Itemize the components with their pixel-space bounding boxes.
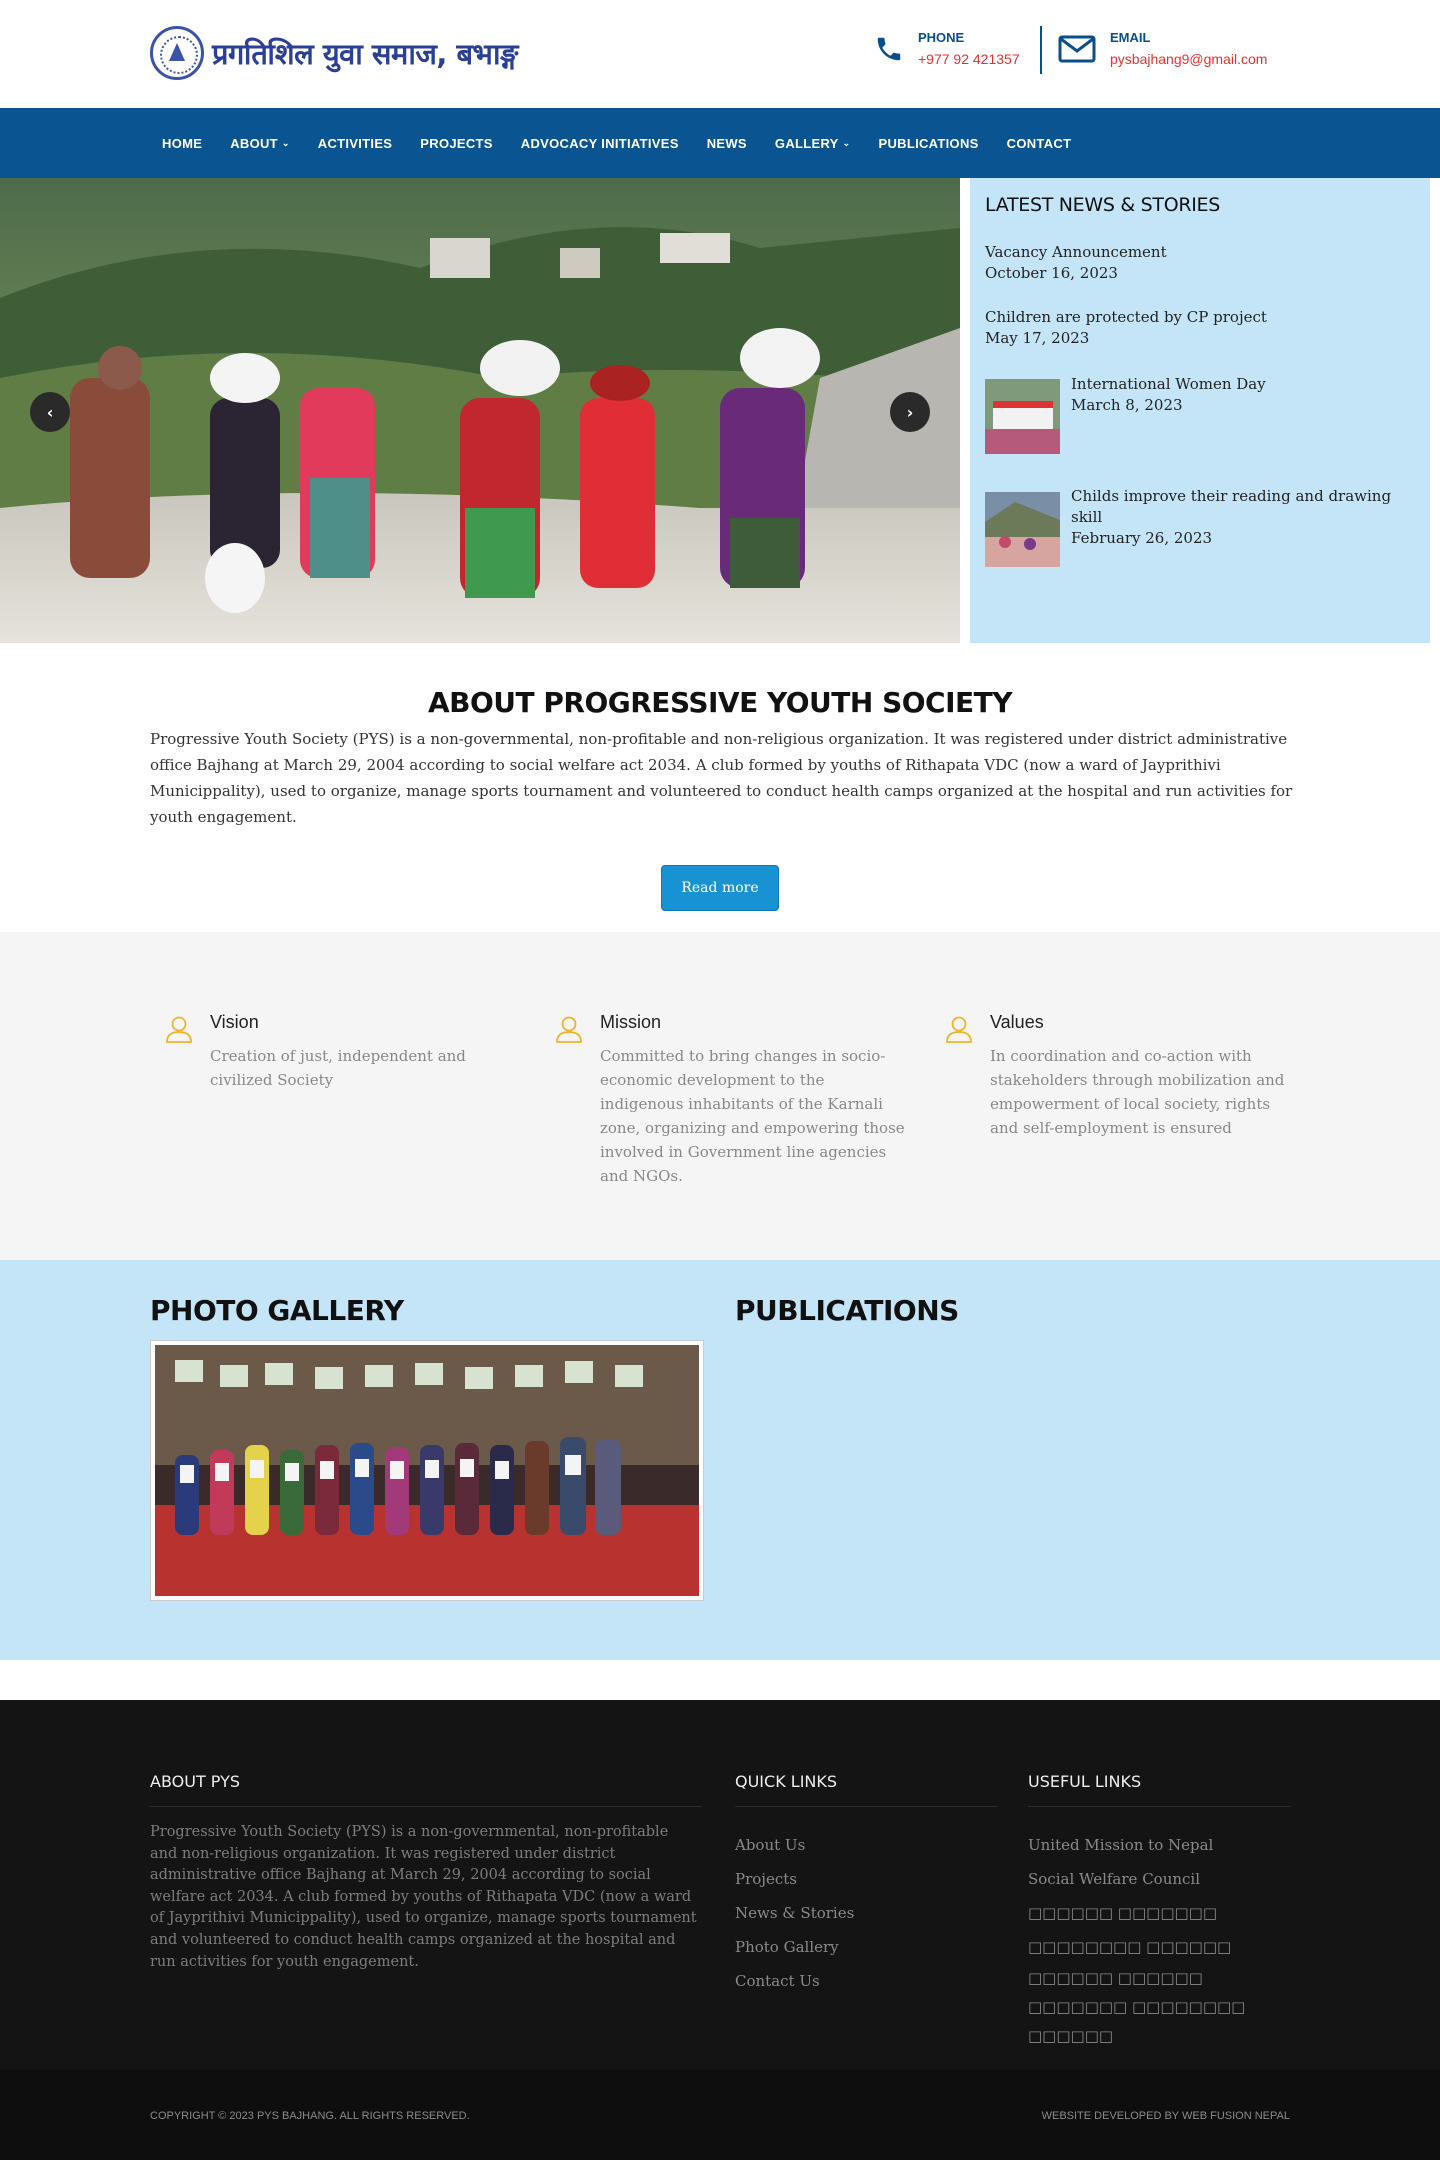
vision-mission-values: Vision Creation of just, independent and… <box>0 932 1440 1260</box>
user-icon <box>556 1016 582 1043</box>
quick-link-about[interactable]: About Us <box>735 1828 854 1862</box>
quick-link-projects[interactable]: Projects <box>735 1862 854 1896</box>
contact-divider <box>1040 26 1042 74</box>
nav-label: GALLERY <box>774 135 839 151</box>
read-more-button[interactable]: Read more <box>661 865 779 911</box>
news-item[interactable]: Children are protected by CP project May… <box>985 307 1267 349</box>
useful-links-list: United Mission to Nepal Social Welfare C… <box>1028 1828 1288 2051</box>
quick-link-contact[interactable]: Contact Us <box>735 1964 854 1998</box>
user-icon <box>946 1016 972 1043</box>
user-icon <box>166 1016 192 1043</box>
footer-about-title: ABOUT PYS <box>150 1772 241 1791</box>
slider-next-button[interactable]: › <box>890 392 930 432</box>
vision-title: Vision <box>210 1012 259 1032</box>
about-title: ABOUT PROGRESSIVE YOUTH SOCIETY <box>427 686 1013 719</box>
mission-text: Committed to bring changes in socio-econ… <box>600 1047 905 1185</box>
nav-item-projects[interactable]: PROJECTS <box>420 136 492 151</box>
nav-label: PROJECTS <box>420 135 493 151</box>
values-title: Values <box>990 1012 1044 1032</box>
nav-label: ADVOCACY INITIATIVES <box>520 135 679 151</box>
site-footer: ABOUT PYS Progressive Youth Society (PYS… <box>0 1700 1440 2070</box>
email-label: EMAIL <box>1110 30 1151 45</box>
news-thumbnail[interactable] <box>985 492 1060 567</box>
quick-links-list: About Us Projects News & Stories Photo G… <box>735 1828 854 1998</box>
values-text: In coordination and co-action with stake… <box>990 1047 1285 1137</box>
hero-slider[interactable]: ‹ › <box>0 178 960 643</box>
footer-bottom-bar: COPYRIGHT © 2023 PYS BAJHANG. ALL RIGHTS… <box>0 2070 1440 2160</box>
useful-link[interactable]: □□□□□□ □□□□□□□ □□□□□□□□ □□□□□□ <box>1028 1896 1288 1964</box>
logo-seal-icon <box>150 26 204 80</box>
vision-text: Creation of just, independent and civili… <box>210 1047 466 1089</box>
slider-prev-button[interactable]: ‹ <box>30 392 70 432</box>
main-nav: HOME ABOUT ⌄ ACTIVITIES PROJECTS ADVOCACY… <box>0 108 1440 178</box>
news-item[interactable]: International Women Day March 8, 2023 <box>1071 374 1411 416</box>
news-item-date: October 16, 2023 <box>985 264 1118 282</box>
phone-icon <box>877 37 901 61</box>
about-text: Progressive Youth Society (PYS) is a non… <box>150 730 1293 826</box>
chevron-down-icon: ⌄ <box>842 137 851 148</box>
news-panel-title: LATEST NEWS & STORIES <box>985 194 1221 216</box>
quick-link-news[interactable]: News & Stories <box>735 1896 854 1930</box>
useful-link[interactable]: United Mission to Nepal <box>1028 1828 1288 1862</box>
nav-item-about[interactable]: ABOUT ⌄ <box>230 136 290 151</box>
gallery-image <box>155 1345 699 1596</box>
publications-title: PUBLICATIONS <box>735 1294 959 1327</box>
phone-contact: PHONE +977 92 421357 <box>874 28 1020 67</box>
photo-gallery-title: PHOTO GALLERY <box>150 1294 404 1327</box>
mission-title: Mission <box>600 1012 662 1032</box>
news-item-date: February 26, 2023 <box>1071 529 1213 547</box>
chevron-left-icon: ‹ <box>46 402 54 422</box>
email-contact: EMAIL pysbajhang9@gmail.com <box>1058 28 1267 67</box>
nav-item-contact[interactable]: CONTACT <box>1007 136 1072 151</box>
news-item-date: March 8, 2023 <box>1071 396 1183 414</box>
email-value[interactable]: pysbajhang9@gmail.com <box>1110 51 1267 67</box>
news-item-title: International Women Day <box>1071 375 1266 393</box>
site-header: प्रगतिशिल युवा समाज, बभाङ्ग PHONE +977 9… <box>0 0 1440 108</box>
hero-image <box>0 178 960 643</box>
developer-credit[interactable]: WEBSITE DEVELOPED BY WEB FUSION NEPAL <box>1042 2110 1290 2122</box>
footer-about-text: Progressive Youth Society (PYS) is a non… <box>150 1824 697 1970</box>
news-item-title: Vacancy Announcement <box>985 243 1167 261</box>
news-thumbnail-image <box>985 492 1060 567</box>
gallery-image-frame[interactable] <box>150 1340 704 1601</box>
nav-item-publications[interactable]: PUBLICATIONS <box>878 136 978 151</box>
news-item-title: Children are protected by CP project <box>985 308 1267 326</box>
nav-label: NEWS <box>706 135 747 151</box>
nav-item-gallery[interactable]: GALLERY ⌄ <box>775 136 851 151</box>
news-item[interactable]: Childs improve their reading and drawing… <box>1071 486 1411 549</box>
news-thumbnail[interactable] <box>985 379 1060 454</box>
news-item-date: May 17, 2023 <box>985 329 1090 347</box>
chevron-right-icon: › <box>906 402 914 422</box>
site-logo[interactable]: प्रगतिशिल युवा समाज, बभाङ्ग <box>150 26 518 80</box>
news-item-title: Childs improve their reading and drawing… <box>1071 487 1392 526</box>
envelope-icon <box>1058 35 1096 63</box>
footer-divider <box>735 1806 997 1807</box>
copyright-text: COPYRIGHT © 2023 PYS BAJHANG. ALL RIGHTS… <box>150 2110 470 2122</box>
latest-news-panel: LATEST NEWS & STORIES Vacancy Announceme… <box>970 178 1430 643</box>
nav-label: ACTIVITIES <box>317 135 393 151</box>
nav-item-activities[interactable]: ACTIVITIES <box>318 136 393 151</box>
nav-label: CONTACT <box>1006 135 1072 151</box>
quick-links-title: QUICK LINKS <box>735 1772 838 1791</box>
useful-link[interactable]: Social Welfare Council <box>1028 1862 1288 1896</box>
phone-label: PHONE <box>918 30 965 45</box>
nav-label: HOME <box>162 135 203 151</box>
nav-item-advocacy[interactable]: ADVOCACY INITIATIVES <box>521 136 679 151</box>
nav-item-home[interactable]: HOME <box>162 136 202 151</box>
footer-divider <box>150 1806 702 1807</box>
nav-label: PUBLICATIONS <box>878 135 979 151</box>
useful-link[interactable]: □□□□□□ □□□□□□ □□□□□□□ □□□□□□□□ □□□□□□ <box>1028 1964 1288 2051</box>
phone-value[interactable]: +977 92 421357 <box>918 51 1020 67</box>
news-item[interactable]: Vacancy Announcement October 16, 2023 <box>985 242 1167 284</box>
nav-label: ABOUT <box>230 135 278 151</box>
footer-divider <box>1028 1806 1290 1807</box>
gallery-publications-section: PHOTO GALLERY PUBLICATIONS <box>0 1260 1440 1660</box>
logo-text: प्रगतिशिल युवा समाज, बभाङ्ग <box>212 36 518 71</box>
nav-item-news[interactable]: NEWS <box>707 136 747 151</box>
quick-link-gallery[interactable]: Photo Gallery <box>735 1930 854 1964</box>
chevron-down-icon: ⌄ <box>281 137 290 148</box>
useful-links-title: USEFUL LINKS <box>1028 1772 1142 1791</box>
news-thumbnail-image <box>985 379 1060 454</box>
